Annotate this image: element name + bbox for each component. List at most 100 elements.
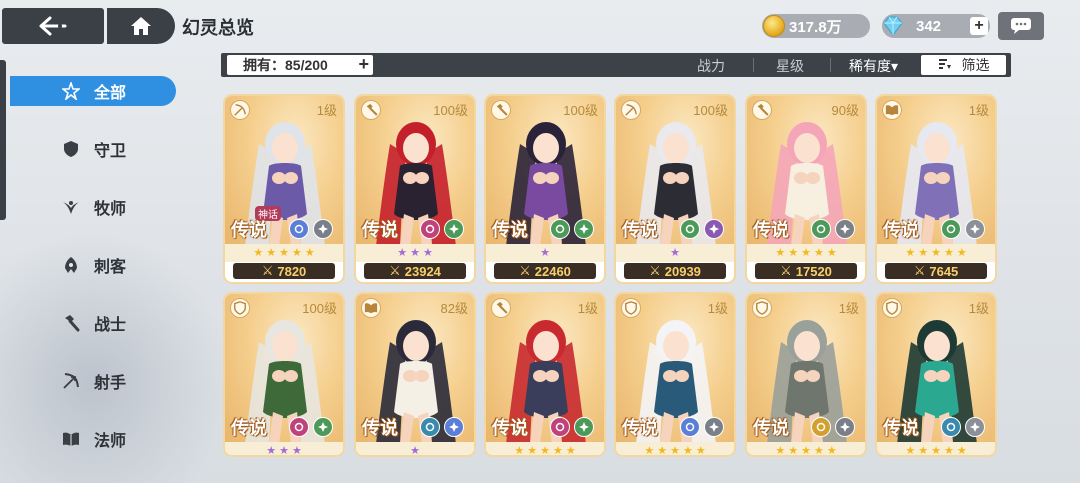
expand-capacity-button[interactable]: + (358, 54, 369, 75)
hero-card[interactable]: 100级 传说 ★ ★ ★ (223, 292, 345, 457)
star-icon: ★ (670, 247, 680, 259)
sort-power[interactable]: 战力 (697, 56, 725, 76)
star-rating: ★ (486, 244, 604, 262)
power-value: ⚔ 22460 (494, 263, 596, 279)
gem-amount: 342 (916, 17, 942, 35)
hammer-icon (62, 314, 80, 332)
filter-button[interactable]: 筛选 (921, 55, 1006, 75)
faction-icon (444, 219, 464, 239)
star-icon: ★ (826, 247, 837, 259)
back-arrow-icon (39, 16, 67, 36)
hero-card[interactable]: 1级 传说 ★ ★ ★ ★ ★ ⚔ 7645 (875, 94, 997, 284)
star-icon: ★ (905, 445, 916, 457)
star-icon: ★ (266, 247, 277, 259)
hero-card[interactable]: 1级 传说 ★ ★ ★ ★ ★ (614, 292, 736, 457)
hero-level: 100级 (302, 301, 337, 316)
chat-button[interactable] (998, 12, 1044, 40)
star-rating: ★ ★ ★ ★ ★ (877, 244, 995, 262)
hero-card[interactable]: 90级 传说 ★ ★ ★ ★ ★ ⚔ 17520 (745, 94, 867, 284)
power-number: 7645 (929, 263, 959, 279)
sidebar-item-all[interactable]: 全部 (10, 76, 176, 106)
rarity-label: 传说 (753, 220, 789, 241)
faction-icon (313, 219, 333, 239)
power-value: ⚔ 7820 (233, 263, 335, 279)
chat-icon (1011, 18, 1031, 34)
add-gems-button[interactable]: + (970, 17, 988, 35)
rarity-label: 传说 (753, 418, 789, 439)
sort-rarity[interactable]: 稀有度▾ (849, 56, 898, 76)
star-icon: ★ (931, 445, 941, 457)
element-icon (420, 219, 440, 239)
sidebar-item-guard[interactable]: 守卫 (10, 134, 176, 164)
element-icon (811, 219, 831, 239)
hero-card[interactable]: 1级 传说 ★ ★ ★ ★ ★ (745, 292, 867, 457)
home-button[interactable] (107, 8, 175, 44)
element-icon (941, 219, 961, 239)
hero-level: 100级 (693, 103, 728, 118)
hero-card[interactable]: 1级 神话 传说 ★ ★ ★ ★ ★ ⚔ 7820 (223, 94, 345, 284)
star-icon: ★ (905, 247, 916, 259)
power-number: 17520 (795, 263, 832, 279)
star-icon: ★ (565, 445, 576, 457)
sidebar-item-mage[interactable]: 法师 (10, 424, 176, 454)
element-icon (289, 417, 309, 437)
book-icon (361, 298, 381, 318)
shield-icon (230, 298, 250, 318)
power-value: ⚔ 20939 (624, 263, 726, 279)
back-button[interactable] (2, 8, 104, 44)
bow-icon (62, 372, 80, 390)
rarity-label: 传说 (883, 418, 919, 439)
hero-level: 82级 (440, 301, 468, 316)
hero-card[interactable]: 100级 传说 ★ ★ ★ ⚔ 23924 (354, 94, 476, 284)
faction-icon (835, 417, 855, 437)
faction-icon (965, 219, 985, 239)
star-icon: ★ (775, 247, 786, 259)
power-number: 7820 (277, 263, 307, 279)
faction-icon (313, 417, 333, 437)
hero-card[interactable]: 100级 传说 ★ ⚔ 22460 (484, 94, 606, 284)
sort-stars[interactable]: 星级 (776, 56, 804, 76)
sidebar-item-assassin[interactable]: 刺客 (10, 250, 176, 280)
top-bar: 幻灵总览 317.8万 342 + (0, 8, 1080, 44)
sidebar-item-label: 牧师 (94, 201, 127, 218)
power-value: ⚔ 7645 (885, 263, 987, 279)
sword-icon: ⚔ (780, 263, 792, 278)
element-icon (680, 219, 700, 239)
hero-card[interactable]: 1级 传说 ★ ★ ★ ★ ★ (875, 292, 997, 457)
sidebar-item-archer[interactable]: 射手 (10, 366, 176, 396)
sidebar-item-priest[interactable]: 牧师 (10, 192, 176, 222)
power-number: 22460 (534, 263, 571, 279)
faction-icon (704, 219, 724, 239)
filter-bar: 拥有：85/200 + 战力 星级 稀有度▾ 筛选 (221, 53, 1011, 77)
star-rating: ★ ★ ★ ★ ★ (877, 442, 995, 457)
element-icon (680, 417, 700, 437)
all-icon (62, 82, 80, 100)
gem-currency: 342 + (882, 14, 990, 38)
star-icon: ★ (682, 445, 693, 457)
book-icon (882, 100, 902, 120)
hero-card[interactable]: 1级 传说 ★ ★ ★ ★ ★ (484, 292, 606, 457)
hero-level: 1级 (838, 301, 859, 316)
shield-icon (752, 298, 772, 318)
star-icon: ★ (670, 445, 680, 457)
sidebar-item-label: 守卫 (94, 143, 127, 160)
element-icon (289, 219, 309, 239)
hero-card[interactable]: 82级 传说 ★ (354, 292, 476, 457)
star-icon: ★ (291, 247, 302, 259)
star-icon: ★ (279, 247, 289, 259)
element-icon (550, 417, 570, 437)
rarity-label: 传说 (362, 220, 398, 241)
element-icon (941, 417, 961, 437)
hero-card[interactable]: 100级 传说 ★ ⚔ 20939 (614, 94, 736, 284)
gem-icon (883, 16, 903, 36)
rarity-label: 传说 (622, 418, 658, 439)
element-icon (420, 417, 440, 437)
star-rating: ★ ★ ★ ★ ★ (616, 442, 734, 457)
star-rating: ★ ★ ★ ★ ★ (486, 442, 604, 457)
sidebar-item-warrior[interactable]: 战士 (10, 308, 176, 338)
hero-level: 1级 (577, 301, 598, 316)
sidebar-item-label: 射手 (94, 375, 127, 392)
hammer-icon (752, 100, 772, 120)
star-icon: ★ (410, 445, 420, 457)
star-icon: ★ (918, 247, 929, 259)
